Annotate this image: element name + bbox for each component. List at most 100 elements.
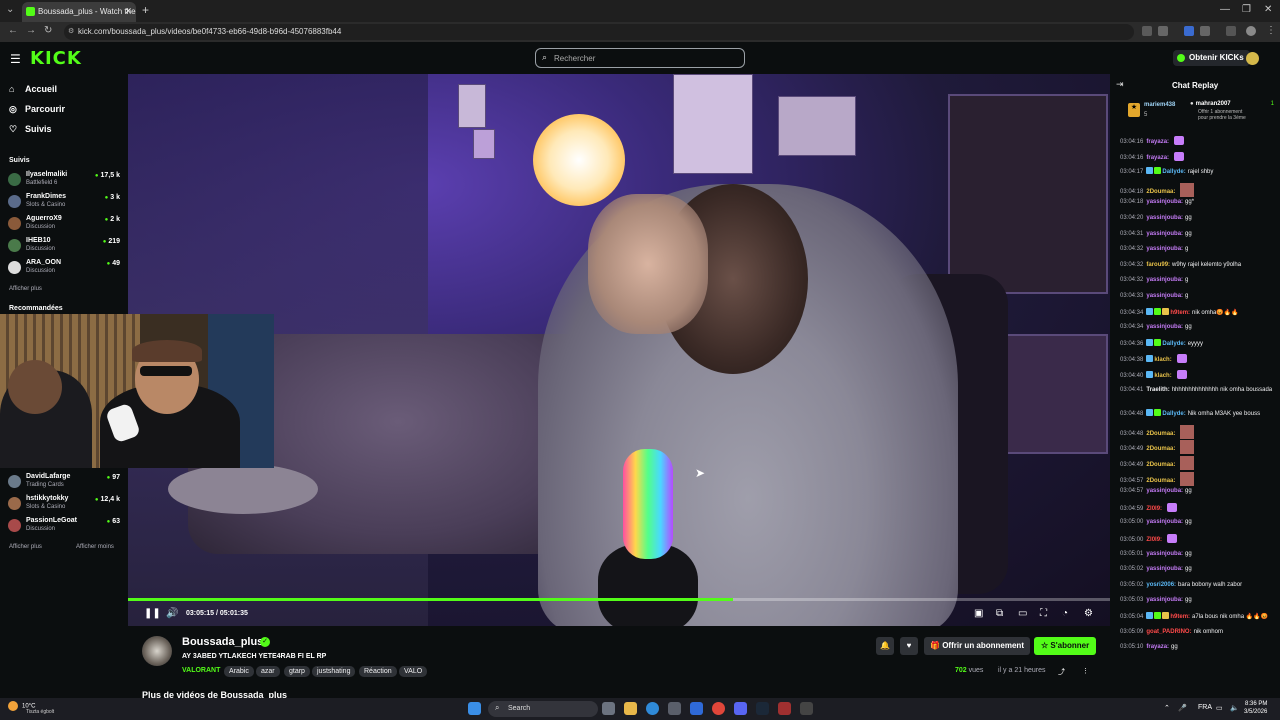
chrome-icon[interactable] [712, 702, 725, 715]
message-username[interactable]: klach: [1154, 357, 1171, 363]
minimize-icon[interactable]: — [1220, 4, 1230, 15]
collapse-chat-icon[interactable]: ⇥ [1116, 79, 1124, 90]
followed-channel[interactable]: Ilyaselmaliki Battlefield 6 17,5 k [8, 170, 122, 190]
message-username[interactable]: 2Doumaa: [1146, 189, 1175, 195]
seek-bar[interactable] [128, 598, 1110, 601]
channel-title[interactable]: Boussada_plus [182, 636, 263, 648]
browser-menu-icon[interactable]: ⋮ [1266, 25, 1276, 36]
recommended-channel[interactable]: DavidLafarge Trading Cards 97 [8, 472, 122, 492]
browser-tab[interactable]: Boussada_plus - Watch the ✕ [22, 2, 136, 22]
subscribe-button[interactable]: ☆ S'abonner [1034, 637, 1097, 655]
message-username[interactable]: yassinjouba: [1146, 566, 1183, 572]
clip-icon[interactable]: ▣ [974, 608, 983, 619]
tab-list-icon[interactable]: ⌄ [6, 4, 14, 15]
video-player[interactable]: ➤ [128, 74, 1110, 626]
message-username[interactable]: h9tem: [1170, 310, 1190, 316]
message-username[interactable]: Dallyde: [1162, 169, 1185, 175]
followed-channel[interactable]: AguerroX9 Discussion 2 k [8, 214, 122, 234]
close-tab-icon[interactable]: ✕ [124, 6, 132, 17]
weather-widget[interactable]: 10°C Tiszta égbolt [8, 701, 54, 715]
message-username[interactable]: 2Doumaa: [1146, 478, 1175, 484]
followed-channel[interactable]: FrankDimes Slots & Casino 3 k [8, 192, 122, 212]
message-username[interactable]: yassinjouba: [1146, 277, 1183, 283]
reload-icon[interactable]: ↻ [44, 25, 52, 36]
settings-gear-icon[interactable]: ⚙ [1084, 608, 1093, 619]
nav-following[interactable]: ♡ Suivis [9, 124, 52, 135]
user-avatar[interactable] [1246, 52, 1259, 65]
theater-mode-icon[interactable]: ▭ [1018, 608, 1027, 619]
message-username[interactable]: frayaza: [1146, 644, 1169, 650]
task-view-icon[interactable] [602, 702, 615, 715]
mail-icon[interactable] [690, 702, 703, 715]
message-username[interactable]: frayaza: [1146, 139, 1169, 145]
message-username[interactable]: 2Doumaa: [1146, 431, 1175, 437]
language-indicator[interactable]: FRA [1198, 704, 1212, 711]
store-icon[interactable] [668, 702, 681, 715]
discord-icon[interactable] [734, 702, 747, 715]
new-tab-icon[interactable]: + [142, 3, 149, 17]
message-username[interactable]: yassinjouba: [1146, 231, 1183, 237]
message-username[interactable]: yassinjouba: [1146, 246, 1183, 252]
category-link[interactable]: VALORANT [182, 667, 220, 674]
steam-icon[interactable] [756, 702, 769, 715]
gift-subscription-button[interactable]: 🎁 Offrir un abonnement [924, 637, 1030, 655]
message-username[interactable]: goat_PADRINO: [1146, 629, 1191, 635]
recommended-channel[interactable]: PassionLeGoat Discussion 63 [8, 516, 122, 536]
message-username[interactable]: Traelith: [1146, 387, 1169, 393]
message-username[interactable]: yassinjouba: [1146, 488, 1183, 494]
message-username[interactable]: yassinjouba: [1146, 519, 1183, 525]
message-username[interactable]: yassinjouba: [1146, 324, 1183, 330]
stream-tag[interactable]: Réaction [359, 666, 397, 677]
tray-chevron-icon[interactable]: ⌃ [1164, 704, 1170, 712]
extensions-puzzle-icon[interactable] [1200, 26, 1210, 36]
system-clock[interactable]: 8:36 PM 3/5/2026 [1244, 700, 1267, 716]
recommended-channel[interactable]: hstikkytokky Slots & Casino 12,4 k [8, 494, 122, 514]
network-icon[interactable]: ▭ [1216, 704, 1223, 712]
message-username[interactable]: ZI0I9: [1146, 506, 1162, 512]
message-username[interactable]: klach: [1154, 373, 1171, 379]
extension-icon[interactable] [1184, 26, 1194, 36]
taskbar-search[interactable]: ⌕ Search [488, 701, 598, 717]
message-username[interactable]: frayaza: [1146, 155, 1169, 161]
miniplayer-icon[interactable]: ⧉ [996, 608, 1003, 619]
edge-icon[interactable] [646, 702, 659, 715]
followed-channel[interactable]: ARA_OON Discussion 49 [8, 258, 122, 278]
translate-icon[interactable] [1142, 26, 1152, 36]
message-username[interactable]: ZI0I9: [1146, 537, 1162, 543]
url-field[interactable]: ⚙ kick.com/boussada_plus/videos/be0f4733… [64, 24, 1134, 40]
start-icon[interactable] [468, 702, 481, 715]
share-icon[interactable]: ⤴ [1058, 667, 1065, 677]
message-username[interactable]: yassinjouba: [1146, 199, 1183, 205]
sidebar-panel-icon[interactable] [1226, 26, 1236, 36]
message-username[interactable]: h9tem: [1170, 614, 1190, 620]
get-kicks-button[interactable]: Obtenir KICKs [1173, 50, 1250, 66]
site-info-icon[interactable]: ⚙ [68, 27, 74, 35]
bookmark-star-icon[interactable] [1158, 26, 1168, 36]
volume-icon[interactable]: 🔊 [166, 608, 178, 619]
nav-browse[interactable]: ◎ Parcourir [9, 104, 65, 115]
message-username[interactable]: 2Doumaa: [1146, 446, 1175, 452]
stream-tag[interactable]: justshating [312, 666, 356, 677]
fullscreen-icon[interactable]: ⛶ [1040, 608, 1047, 619]
speaker-icon[interactable]: 🔈 [1230, 704, 1239, 712]
show-less-recommended[interactable]: Afficher moins [76, 544, 114, 550]
follow-heart-button[interactable]: ♥ [900, 637, 918, 655]
message-username[interactable]: 2Doumaa: [1146, 462, 1175, 468]
stream-tag[interactable]: azar [256, 666, 280, 677]
stream-tag[interactable]: VALO [399, 666, 428, 677]
message-username[interactable]: yassinjouba: [1146, 551, 1183, 557]
file-explorer-icon[interactable] [624, 702, 637, 715]
pause-icon[interactable]: ❚❚ [144, 608, 161, 619]
speed-icon[interactable]: ◔ [1062, 608, 1068, 619]
menu-icon[interactable]: ☰ [10, 52, 21, 66]
show-more-following[interactable]: Afficher plus [9, 286, 42, 292]
more-options-icon[interactable]: ⋮ [1082, 667, 1089, 675]
notification-bell-button[interactable]: 🔔 [876, 637, 894, 655]
message-username[interactable]: yosri2006: [1146, 582, 1176, 588]
back-icon[interactable]: ← [8, 25, 18, 36]
app-icon[interactable] [778, 702, 791, 715]
channel-avatar[interactable] [142, 636, 172, 666]
obs-icon[interactable] [800, 702, 813, 715]
message-username[interactable]: yassinjouba: [1146, 215, 1183, 221]
stream-tag[interactable]: gtarp [284, 666, 310, 677]
